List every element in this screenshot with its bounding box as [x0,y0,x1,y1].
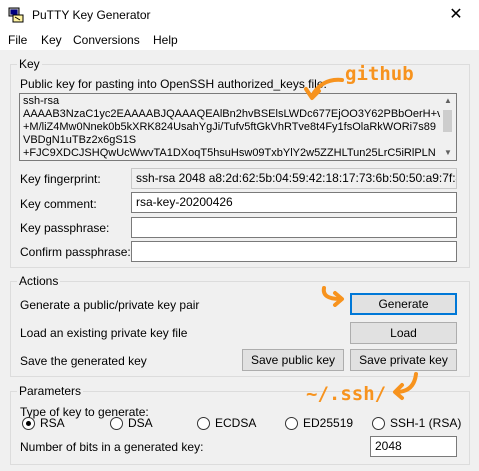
scroll-thumb[interactable] [443,110,452,132]
curved-arrow-icon [304,77,344,100]
radio-dsa-indicator[interactable] [110,417,123,430]
save-private-key-button[interactable]: Save private key [350,349,457,371]
radio-ecdsa-label[interactable]: ECDSA [215,416,256,430]
close-icon[interactable]: ✕ [433,0,479,30]
generate-button[interactable]: Generate [350,293,457,315]
fingerprint-label: Key fingerprint: [20,172,101,186]
public-key-textarea[interactable]: ssh-rsa AAAAB3NzaC1yc2EAAAABJQAAAQEAlBn2… [19,93,457,161]
public-key-label: Public key for pasting into OpenSSH auth… [20,77,327,91]
save-public-key-button[interactable]: Save public key [242,349,344,371]
load-description: Load an existing private key file [20,326,188,340]
passphrase-field[interactable] [131,217,457,238]
title-bar: PuTTY Key Generator ✕ [0,0,479,30]
menu-conversions[interactable]: Conversions [73,33,140,47]
passphrase-label: Key passphrase: [20,221,110,235]
radio-ecdsa-indicator[interactable] [197,417,210,430]
radio-rsa-indicator[interactable] [22,417,35,430]
fingerprint-field[interactable]: ssh-rsa 2048 a8:2d:62:5b:04:59:42:18:17:… [131,168,457,189]
scroll-up-icon[interactable]: ▲ [440,94,456,108]
generate-description: Generate a public/private key pair [20,298,200,312]
public-key-text[interactable]: ssh-rsa AAAAB3NzaC1yc2EAAAABJQAAAQEAlBn2… [23,95,441,160]
comment-field[interactable]: rsa-key-20200426 [131,192,457,213]
bits-field[interactable]: 2048 [370,436,457,457]
bits-label: Number of bits in a generated key: [20,440,204,454]
radio-ed25519-indicator[interactable] [285,417,298,430]
confirm-passphrase-label: Confirm passphrase: [20,245,131,259]
menu-key[interactable]: Key [41,33,62,47]
radio-rsa-label[interactable]: RSA [40,416,65,430]
menu-file[interactable]: File [8,33,27,47]
key-group-label: Key [17,57,42,71]
ssh-dir-annotation: ~/.ssh/ [306,383,387,405]
confirm-passphrase-field[interactable] [131,241,457,262]
putty-app-icon [8,7,24,23]
radio-ssh1-rsa-indicator[interactable] [372,417,385,430]
radio-dsa-label[interactable]: DSA [128,416,153,430]
window-title: PuTTY Key Generator [32,8,151,22]
save-description: Save the generated key [20,354,147,368]
radio-ed25519-label[interactable]: ED25519 [303,416,353,430]
comment-label: Key comment: [20,197,97,211]
actions-group-label: Actions [17,274,61,288]
radio-ssh1-rsa-label[interactable]: SSH-1 (RSA) [390,416,461,430]
load-button[interactable]: Load [350,322,457,344]
parameters-group-label: Parameters [17,384,84,398]
curved-arrow-icon [321,286,344,307]
scroll-down-icon[interactable]: ▼ [440,146,456,160]
github-annotation: github [345,63,414,85]
menu-help[interactable]: Help [153,33,178,47]
public-key-scrollbar[interactable]: ▲ ▼ [440,94,456,160]
menu-bar: File Key Conversions Help [0,30,479,50]
curved-arrow-icon [393,372,418,400]
